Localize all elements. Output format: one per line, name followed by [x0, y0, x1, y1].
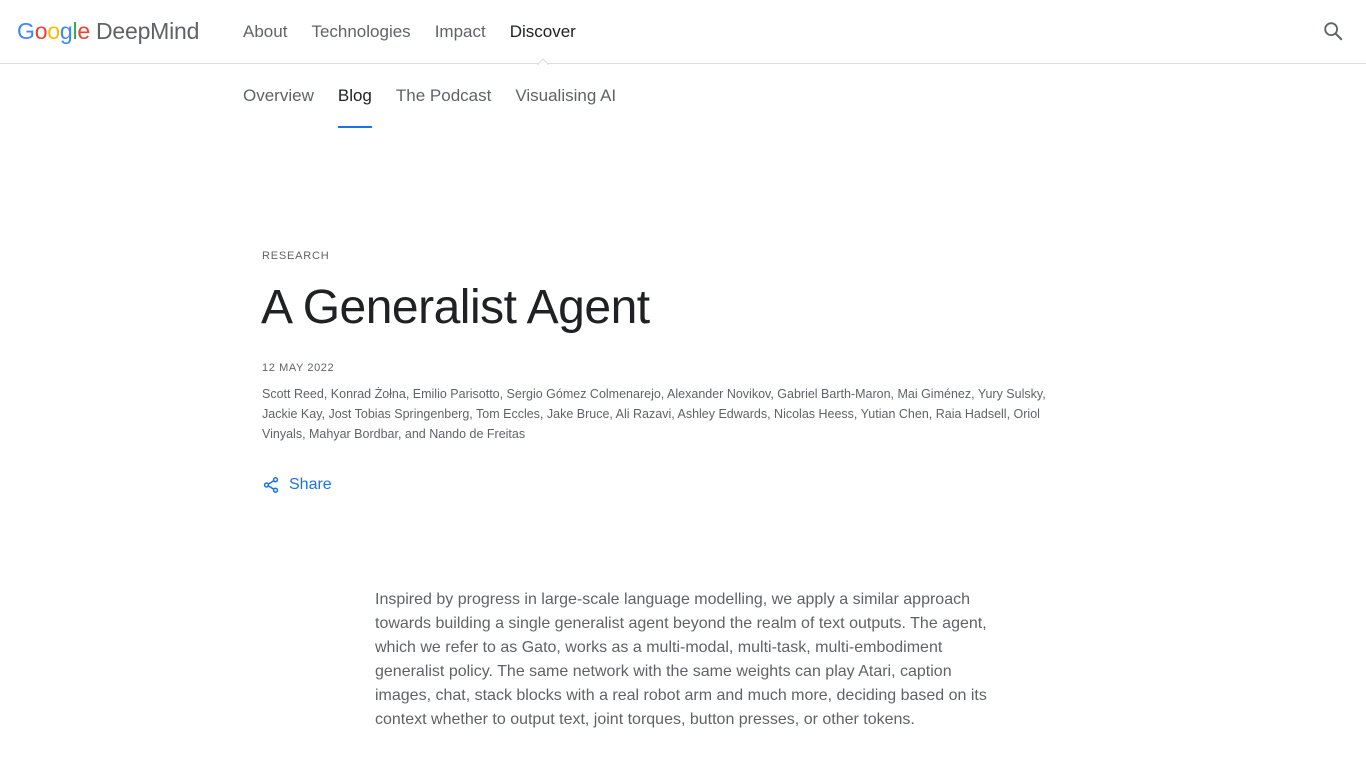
article-category: RESEARCH: [262, 250, 330, 262]
article-date: 12 MAY 2022: [262, 362, 335, 374]
main-nav: About Technologies Impact Discover: [243, 0, 600, 65]
nav-item-technologies[interactable]: Technologies: [311, 0, 410, 64]
logo-letter: G: [17, 18, 35, 44]
nav-item-about[interactable]: About: [243, 0, 287, 64]
article-authors: Scott Reed, Konrad Żołna, Emilio Parisot…: [262, 387, 1046, 441]
logo-product-name: DeepMind: [96, 18, 200, 44]
logo-letter: e: [77, 18, 90, 44]
nav-item-discover[interactable]: Discover: [509, 0, 576, 65]
subnav-item-visualising-ai[interactable]: Visualising AI: [515, 64, 616, 128]
subnav-item-podcast[interactable]: The Podcast: [396, 64, 491, 128]
search-icon[interactable]: [1322, 20, 1344, 42]
share-button[interactable]: Share: [262, 474, 332, 496]
share-icon: [263, 477, 279, 493]
subnav-item-overview[interactable]: Overview: [243, 64, 314, 128]
logo-letter: o: [47, 18, 60, 44]
nav-item-label: Discover: [509, 22, 576, 41]
article-lede: Inspired by progress in large-scale lang…: [375, 591, 987, 728]
subnav-item-blog[interactable]: Blog: [337, 64, 372, 128]
nav-item-impact[interactable]: Impact: [435, 0, 486, 64]
site-header: Google DeepMind About Technologies Impac…: [0, 0, 1366, 65]
logo-letter: o: [34, 18, 48, 44]
logo-letter: g: [59, 18, 73, 44]
discover-subnav: Overview Blog The Podcast Visualising AI: [243, 64, 640, 128]
google-deepmind-logo[interactable]: Google DeepMind: [17, 18, 199, 46]
share-label: Share: [289, 476, 332, 493]
article-title: A Generalist Agent: [261, 281, 650, 334]
